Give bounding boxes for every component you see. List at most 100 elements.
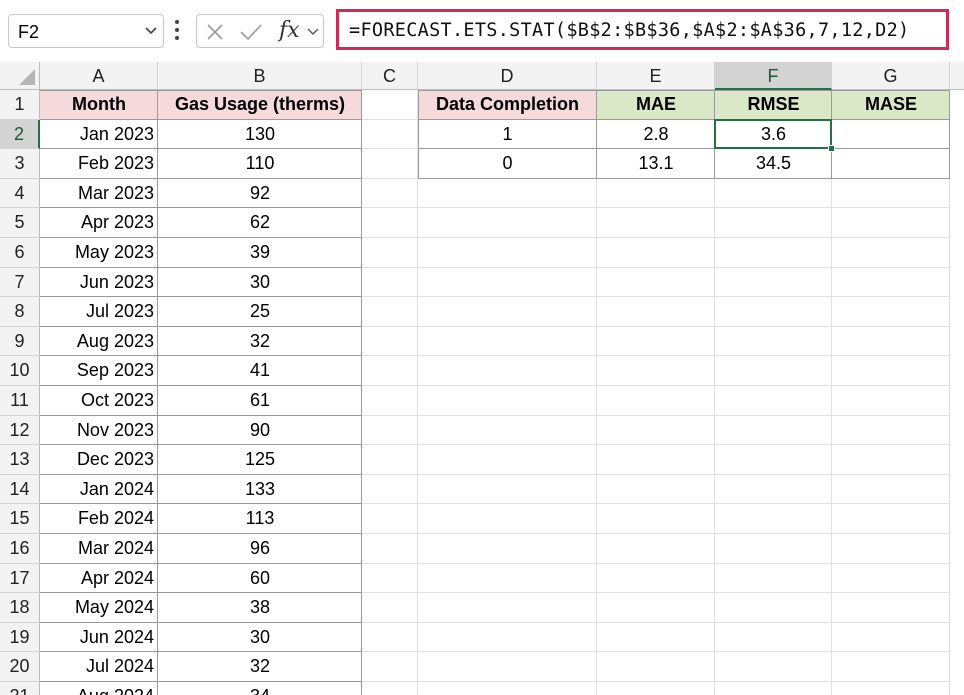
row-header-21[interactable]: 21 bbox=[0, 682, 40, 695]
header-mase[interactable]: MASE bbox=[832, 90, 950, 120]
header-mae[interactable]: MAE bbox=[597, 90, 715, 120]
empty-cell[interactable] bbox=[597, 297, 715, 327]
column-header-e[interactable]: E bbox=[597, 62, 715, 90]
month-cell[interactable]: Mar 2023 bbox=[40, 179, 158, 209]
empty-cell[interactable] bbox=[597, 326, 715, 357]
month-cell[interactable]: Jun 2023 bbox=[40, 268, 158, 298]
empty-cell[interactable] bbox=[715, 178, 832, 209]
row-header-1[interactable]: 1 bbox=[0, 90, 40, 120]
row-header-7[interactable]: 7 bbox=[0, 267, 40, 298]
empty-cell[interactable] bbox=[362, 682, 418, 695]
gas-usage-cell[interactable]: 38 bbox=[158, 593, 362, 623]
empty-cell[interactable] bbox=[597, 652, 715, 682]
empty-cell[interactable] bbox=[715, 267, 832, 298]
column-header-g[interactable]: G bbox=[832, 62, 950, 90]
row-header-8[interactable]: 8 bbox=[0, 297, 40, 327]
select-all-button[interactable] bbox=[0, 62, 40, 90]
empty-cell[interactable] bbox=[418, 445, 597, 475]
empty-cell[interactable] bbox=[362, 652, 418, 682]
empty-cell[interactable] bbox=[362, 297, 418, 327]
empty-cell[interactable] bbox=[832, 267, 950, 298]
empty-cell[interactable] bbox=[832, 386, 950, 416]
data-completion-cell[interactable]: 0 bbox=[418, 149, 597, 179]
row-header-4[interactable]: 4 bbox=[0, 178, 40, 209]
row-header-3[interactable]: 3 bbox=[0, 149, 40, 179]
empty-cell[interactable] bbox=[597, 563, 715, 594]
empty-cell[interactable] bbox=[832, 445, 950, 475]
month-cell[interactable]: Oct 2023 bbox=[40, 386, 158, 416]
empty-cell[interactable] bbox=[418, 474, 597, 505]
empty-cell[interactable] bbox=[597, 415, 715, 446]
gas-usage-cell[interactable]: 92 bbox=[158, 179, 362, 209]
empty-cell[interactable] bbox=[362, 504, 418, 534]
mae-cell[interactable]: 2.8 bbox=[597, 120, 715, 150]
row-header-13[interactable]: 13 bbox=[0, 445, 40, 475]
empty-cell[interactable] bbox=[715, 622, 832, 653]
row-header-18[interactable]: 18 bbox=[0, 593, 40, 623]
more-options-icon[interactable] bbox=[174, 20, 180, 42]
row-header-6[interactable]: 6 bbox=[0, 238, 40, 268]
header-month[interactable]: Month bbox=[40, 90, 158, 120]
empty-cell[interactable] bbox=[418, 415, 597, 446]
empty-cell[interactable] bbox=[418, 208, 597, 238]
fill-handle[interactable] bbox=[828, 145, 835, 153]
header-gas-usage[interactable]: Gas Usage (therms) bbox=[158, 90, 362, 120]
empty-cell[interactable] bbox=[832, 593, 950, 623]
month-cell[interactable]: Jan 2024 bbox=[40, 475, 158, 505]
empty-cell[interactable] bbox=[715, 326, 832, 357]
row-header-2[interactable]: 2 bbox=[0, 119, 40, 150]
row-header-17[interactable]: 17 bbox=[0, 563, 40, 594]
empty-cell[interactable] bbox=[362, 563, 418, 594]
insert-function-icon[interactable]: fx bbox=[279, 18, 300, 43]
month-cell[interactable]: Apr 2023 bbox=[40, 208, 158, 238]
empty-cell[interactable] bbox=[715, 297, 832, 327]
gas-usage-cell[interactable]: 125 bbox=[158, 445, 362, 475]
empty-cell[interactable] bbox=[597, 504, 715, 534]
empty-cell[interactable] bbox=[597, 267, 715, 298]
empty-cell[interactable] bbox=[832, 208, 950, 238]
gas-usage-cell[interactable]: 32 bbox=[158, 327, 362, 357]
gas-usage-cell[interactable]: 61 bbox=[158, 386, 362, 416]
empty-cell[interactable] bbox=[597, 593, 715, 623]
month-cell[interactable]: Apr 2024 bbox=[40, 564, 158, 594]
row-header-16[interactable]: 16 bbox=[0, 534, 40, 564]
empty-cell[interactable] bbox=[418, 652, 597, 682]
empty-cell[interactable] bbox=[597, 445, 715, 475]
month-cell[interactable]: Dec 2023 bbox=[40, 445, 158, 475]
gas-usage-cell[interactable]: 41 bbox=[158, 356, 362, 386]
empty-cell[interactable] bbox=[362, 90, 418, 120]
header-data-completion[interactable]: Data Completion bbox=[418, 90, 597, 120]
gas-usage-cell[interactable]: 30 bbox=[158, 623, 362, 653]
column-header-f[interactable]: F bbox=[715, 62, 832, 90]
empty-cell[interactable] bbox=[832, 415, 950, 446]
empty-cell[interactable] bbox=[597, 208, 715, 238]
empty-cell[interactable] bbox=[832, 504, 950, 534]
empty-cell[interactable] bbox=[362, 622, 418, 653]
mase-cell[interactable] bbox=[832, 149, 950, 179]
empty-cell[interactable] bbox=[362, 534, 418, 564]
empty-cell[interactable] bbox=[715, 563, 832, 594]
mae-cell[interactable]: 13.1 bbox=[597, 149, 715, 179]
empty-cell[interactable] bbox=[715, 534, 832, 564]
empty-cell[interactable] bbox=[832, 563, 950, 594]
empty-cell[interactable] bbox=[362, 445, 418, 475]
name-box[interactable]: F2 bbox=[8, 14, 164, 48]
empty-cell[interactable] bbox=[362, 415, 418, 446]
chevron-down-icon[interactable] bbox=[307, 28, 319, 36]
month-cell[interactable]: Nov 2023 bbox=[40, 416, 158, 446]
empty-cell[interactable] bbox=[418, 238, 597, 268]
empty-cell[interactable] bbox=[362, 149, 418, 179]
empty-cell[interactable] bbox=[597, 534, 715, 564]
row-header-12[interactable]: 12 bbox=[0, 415, 40, 446]
empty-cell[interactable] bbox=[362, 326, 418, 357]
month-cell[interactable]: Sep 2023 bbox=[40, 356, 158, 386]
empty-cell[interactable] bbox=[715, 474, 832, 505]
empty-cell[interactable] bbox=[418, 297, 597, 327]
empty-cell[interactable] bbox=[362, 474, 418, 505]
empty-cell[interactable] bbox=[418, 682, 597, 695]
gas-usage-cell[interactable]: 130 bbox=[158, 120, 362, 150]
month-cell[interactable]: Jan 2023 bbox=[40, 120, 158, 150]
empty-cell[interactable] bbox=[832, 356, 950, 386]
month-cell[interactable]: Jul 2023 bbox=[40, 297, 158, 327]
gas-usage-cell[interactable]: 90 bbox=[158, 416, 362, 446]
